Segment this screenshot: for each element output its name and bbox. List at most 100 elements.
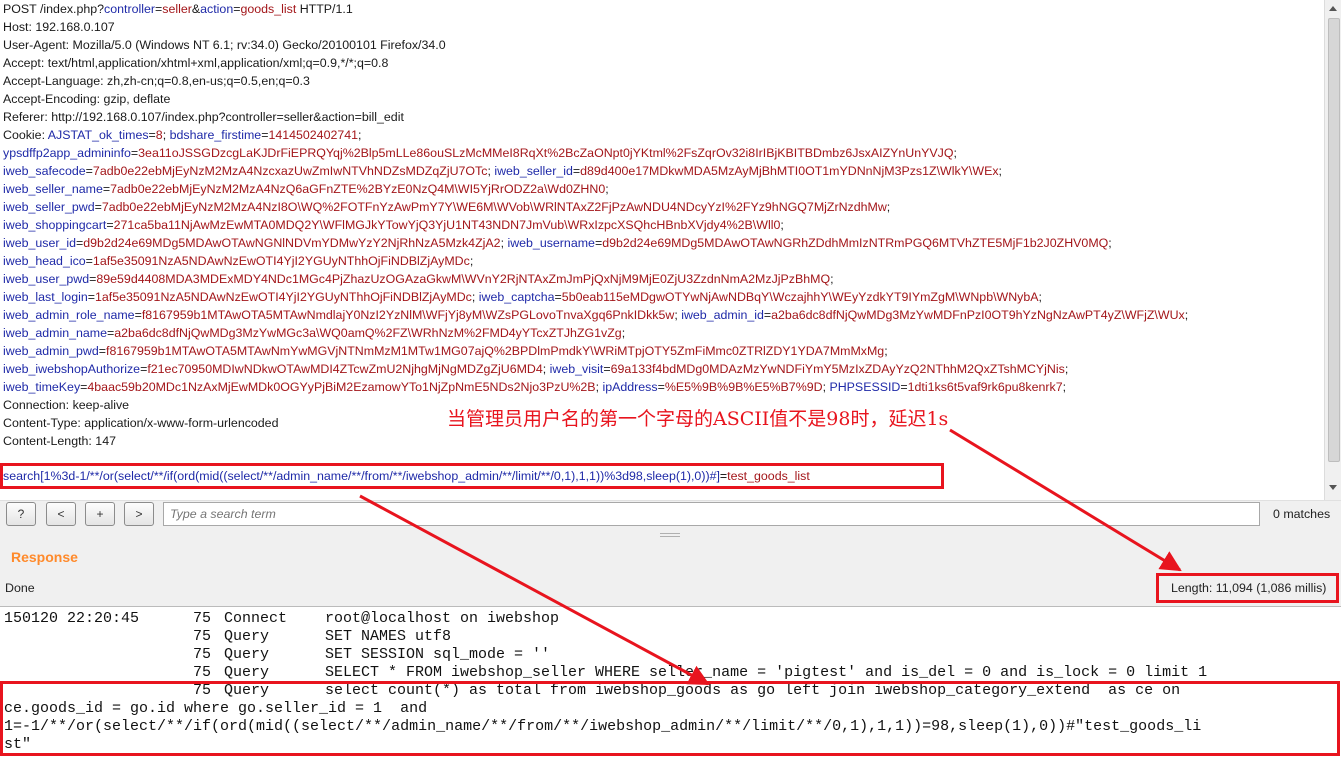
splitter-handle[interactable] — [660, 533, 680, 537]
cookie-eq: = — [554, 290, 562, 304]
scroll-thumb[interactable] — [1328, 18, 1340, 462]
cookie-sep: ; — [1184, 308, 1189, 322]
cookie-line: iweb_admin_name=a2ba6dc8dfNjQwMDg3MzYwMG… — [3, 324, 625, 342]
cookie-sep: ; — [162, 128, 170, 142]
cookie-value: 7adb0e22ebMjEyNzM2MzA4NzQ6aGFnZTE%2BYzE0… — [110, 182, 606, 196]
payload-highlight-box — [0, 463, 944, 489]
cookie-line: iweb_timeKey = 4baac59b20MDc1NzAxMjEwMDk0O… — [3, 378, 1066, 396]
param-key: controller — [104, 2, 156, 16]
cookie-sep: ; — [830, 272, 834, 286]
cookie-line: Cookie: AJSTAT_ok_times=8; bdshare_first… — [3, 126, 361, 144]
response-title: Response — [11, 549, 78, 565]
header-line: Connection: keep-alive — [3, 398, 130, 412]
cookie-sep: ; — [1064, 362, 1069, 376]
cookie-name: iweb_seller_pwd — [3, 200, 95, 214]
log-argument: root@localhost on iwebshop — [325, 610, 560, 627]
cookie-value: 4baac59b20MDc1NzAxMjEwMDk0OGYyPjBiM2Ezam… — [87, 380, 596, 394]
cookie-line: iweb_last_login=1af5e35091NzA5NDAwNzEwOT… — [3, 288, 1042, 306]
cookie-name: iweb_seller_id — [494, 164, 573, 178]
cookie-sep: ; — [780, 218, 784, 232]
cookie-eq: = — [603, 362, 611, 376]
cookie-line: iweb_safecode=7adb0e22ebMjEyNzM2MzA4Nzcx… — [3, 162, 1002, 180]
cookie-value: 7adb0e22ebMjEyNzM2MzA4NzI8O\WQ%2FOTFnYzA… — [101, 200, 887, 214]
cookie-name: iweb_username — [507, 236, 595, 250]
header-line: Content-Length: 147 — [3, 434, 116, 448]
request-line: POST /index.php?controller=seller&action… — [3, 0, 353, 18]
cookie-name: iweb_head_ico — [3, 254, 86, 268]
cookie-line: iweb_seller_pwd=7adb0e22ebMjEyNzM2MzA4Nz… — [3, 198, 890, 216]
cookie-name: iweb_shoppingcart — [3, 218, 107, 232]
log-highlight-box — [0, 681, 1340, 756]
header-line: Referer: http://192.168.0.107/index.php?… — [3, 110, 404, 124]
http-protocol: HTTP/1.1 — [296, 2, 353, 16]
request-path: /index.php? — [39, 2, 105, 16]
cookie-value: 69a133f4bdMDg0MDAzMzYwNDFiYmY5MzIxZDAyYz… — [610, 362, 1065, 376]
cookie-name: iweb_admin_id — [681, 308, 764, 322]
help-button[interactable]: ? — [6, 502, 36, 526]
search-input[interactable] — [163, 502, 1260, 526]
previous-match-button[interactable]: < — [46, 502, 76, 526]
param-key: action — [200, 2, 234, 16]
cookie-name: AJSTAT_ok_times — [47, 128, 149, 142]
status-text: Done — [5, 581, 35, 595]
scroll-down-icon[interactable] — [1329, 485, 1337, 490]
cookie-line: ypsdffp2app_admininfo=3ea11oJSSGDzcgLaKJ… — [3, 144, 957, 162]
header-line: Accept: text/html,application/xhtml+xml,… — [3, 56, 389, 70]
cookie-value: d9b2d24e69MDg5MDAwOTAwNGRhZDdhMmIzNTRmPG… — [602, 236, 1109, 250]
vertical-scrollbar[interactable] — [1324, 0, 1341, 500]
request-editor[interactable]: POST /index.php?controller = seller&action… — [0, 0, 1323, 466]
cookie-value: f21ec70950MDIwNDkwOTAwMDI4ZTcwZmU2NjhgMj… — [147, 362, 543, 376]
cookie-line: iweb_seller_name=7adb0e22ebMjEyNzM2MzA4N… — [3, 180, 609, 198]
cookie-value: f8167959b1MTAwOTA5MTAwNmdlajY0NzI2YzNlM\… — [141, 308, 675, 322]
cookie-name: iweb_safecode — [3, 164, 86, 178]
cookie-sep: ; — [1038, 290, 1042, 304]
scroll-up-icon[interactable] — [1329, 6, 1337, 11]
cookie-name: iweb_iwebshopAuthorize — [3, 362, 141, 376]
cookie-value: 1af5e35091NzA5NDAwNzEwOTI4YjI2YGUyNThhOj… — [94, 290, 472, 304]
header-line: Content-Type: application/x-www-form-url… — [3, 416, 279, 430]
cookie-value: 7adb0e22ebMjEyNzM2MzA4NzcxazUwZmIwNTVhND… — [92, 164, 488, 178]
param-value: seller — [162, 2, 192, 16]
header-line: Accept-Encoding: gzip, deflate — [3, 92, 171, 106]
http-method: POST — [3, 2, 40, 16]
cookie-eq: = — [85, 254, 93, 268]
cookie-eq: = — [94, 200, 102, 214]
cookie-eq: = — [900, 380, 908, 394]
cookie-sep: ; — [358, 128, 362, 142]
log-command: Query — [224, 646, 270, 663]
log-argument: SELECT * FROM iwebshop_seller WHERE sell… — [325, 664, 1208, 681]
cookie-eq: = — [134, 308, 142, 322]
cookie-value: 1414502402741 — [268, 128, 359, 142]
log-timestamp: 150120 22:20:45 — [4, 610, 140, 627]
cookie-label: Cookie: — [3, 128, 48, 142]
cookie-sep: ; — [886, 200, 891, 214]
cookie-sep: ; — [471, 290, 479, 304]
log-command: Query — [224, 628, 270, 645]
cookie-eq: = — [98, 344, 106, 358]
log-thread-id: 75 — [193, 664, 212, 681]
next-match-button[interactable]: > — [124, 502, 154, 526]
cookie-value: %E5%9B%9B%E5%B7%9D — [664, 380, 823, 394]
cookie-sep: ; — [1108, 236, 1112, 250]
add-button[interactable]: + — [85, 502, 115, 526]
cookie-sep: ; — [953, 146, 957, 160]
cookie-sep: ; — [998, 164, 1002, 178]
cookie-value: d9b2d24e69MDg5MDAwOTAwNGNlNDVmYDMwYzY2Nj… — [83, 236, 501, 250]
response-length: Length: 11,094 (1,086 millis) — [1171, 581, 1327, 595]
cookie-name: iweb_timeKey — [3, 380, 81, 394]
cookie-value: a2ba6dc8dfNjQwMDg3MzYwMGc3a\WQ0amQ%2FZ\W… — [114, 326, 622, 340]
header-line: Host: 192.168.0.107 — [3, 20, 115, 34]
log-thread-id: 75 — [193, 610, 212, 627]
cookie-name: iweb_admin_name — [3, 326, 108, 340]
cookie-eq: = — [148, 128, 156, 142]
cookie-name: PHPSESSID — [829, 380, 901, 394]
cookie-line: iweb_admin_role_name=f8167959b1MTAwOTA5M… — [3, 306, 1188, 324]
match-count: 0 matches — [1273, 507, 1331, 521]
cookie-value: a2ba6dc8dfNjQwMDg3MzYwMDFnPzI0OT9hYzNgNz… — [771, 308, 1185, 322]
cookie-line: iweb_head_ico=1af5e35091NzA5NDAwNzEwOTI4… — [3, 252, 473, 270]
log-argument: SET NAMES utf8 — [325, 628, 452, 645]
header-line: User-Agent: Mozilla/5.0 (Windows NT 6.1;… — [3, 38, 446, 52]
log-command: Connect — [224, 610, 288, 627]
cookie-value: 271ca5ba11NjAwMzEwMTA0MDQ2Y\WFlMGJkYTowY… — [113, 218, 781, 232]
cookie-name: iweb_user_id — [3, 236, 77, 250]
